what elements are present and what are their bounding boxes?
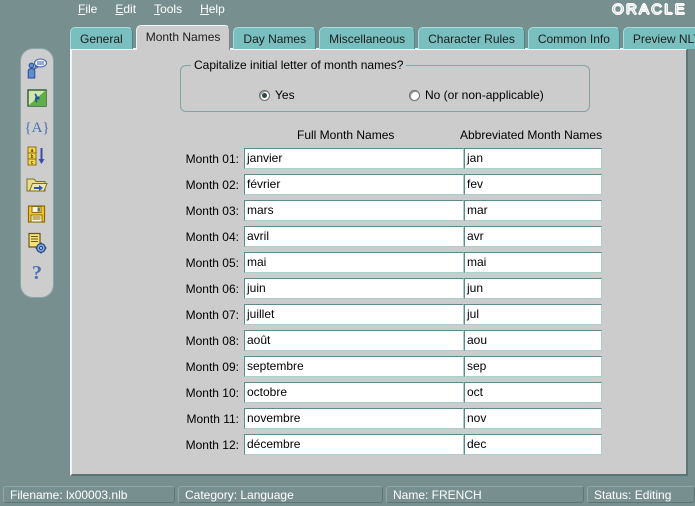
month-row: Month 08: aoûtaou — [72, 330, 686, 356]
month-names-panel: Capitalize initial letter of month names… — [70, 48, 688, 476]
help-button[interactable]: ? — [24, 259, 50, 285]
linguistic-sort-button[interactable]: abc — [24, 143, 50, 169]
abbreviated-month-name-input[interactable]: fev — [464, 174, 602, 195]
abbreviated-month-name-input[interactable]: sep — [464, 356, 602, 377]
side-toolbar: {A} abc? — [20, 48, 54, 298]
tab-strip: GeneralMonth NamesDay NamesMiscellaneous… — [70, 25, 695, 49]
full-month-name-input[interactable]: septembre — [244, 356, 464, 377]
month-label: Month 12: — [171, 438, 239, 452]
capitalize-legend: Capitalize initial letter of month names… — [191, 58, 406, 72]
save-floppy-icon — [26, 203, 48, 225]
open-button[interactable] — [24, 172, 50, 198]
full-month-name-input[interactable]: octobre — [244, 382, 464, 403]
month-row: Month 05: maimai — [72, 252, 686, 278]
month-row: Month 10: octobreoct — [72, 382, 686, 408]
capitalize-group-box: Capitalize initial letter of month names… — [180, 65, 590, 112]
full-month-name-input[interactable]: mars — [244, 200, 464, 221]
abbreviated-month-name-input[interactable]: aou — [464, 330, 602, 351]
abbreviated-month-name-input[interactable]: nov — [464, 408, 602, 429]
month-label: Month 10: — [171, 386, 239, 400]
month-label: Month 04: — [171, 230, 239, 244]
menu-help[interactable]: Help — [200, 0, 225, 19]
radio-yes[interactable]: Yes — [259, 88, 295, 102]
abbreviated-month-name-input[interactable]: oct — [464, 382, 602, 403]
open-folder-icon — [26, 174, 48, 196]
menu-file[interactable]: File — [78, 0, 97, 19]
abbreviated-month-name-input[interactable]: jun — [464, 278, 602, 299]
svg-text:{A}: {A} — [26, 120, 48, 136]
column-headers: Full Month Names Abbreviated Month Names — [72, 128, 686, 144]
month-label: Month 05: — [171, 256, 239, 270]
abbreviated-month-name-input[interactable]: avr — [464, 226, 602, 247]
full-month-name-input[interactable]: novembre — [244, 408, 464, 429]
full-month-name-input[interactable]: juillet — [244, 304, 464, 325]
month-label: Month 01: — [171, 152, 239, 166]
tab-month-names[interactable]: Month Names — [136, 25, 231, 50]
month-label: Month 02: — [171, 178, 239, 192]
month-label: Month 03: — [171, 204, 239, 218]
question-mark-icon: ? — [26, 261, 48, 283]
tab-general[interactable]: General — [70, 27, 133, 49]
month-label: Month 07: — [171, 308, 239, 322]
full-month-name-input[interactable]: juin — [244, 278, 464, 299]
menu-bar: File Edit Tools Help — [0, 0, 695, 19]
status-filename: Filename: lx00003.nlb — [3, 486, 175, 503]
month-row: Month 09: septembresep — [72, 356, 686, 382]
status-category: Category: Language — [178, 486, 383, 503]
radio-no[interactable]: No (or non-applicable) — [409, 88, 544, 102]
full-month-name-input[interactable]: janvier — [244, 148, 464, 169]
abbreviated-month-name-input[interactable]: jul — [464, 304, 602, 325]
abbreviated-month-name-input[interactable]: mai — [464, 252, 602, 273]
person-speech-bubble-icon — [26, 58, 48, 80]
month-row: Month 03: marsmar — [72, 200, 686, 226]
radio-no-label: No (or non-applicable) — [425, 88, 544, 102]
save-button[interactable] — [24, 201, 50, 227]
month-row: Month 01: janvierjan — [72, 148, 686, 174]
month-row: Month 11: novembrenov — [72, 408, 686, 434]
abbreviated-month-name-input[interactable]: dec — [464, 434, 602, 455]
linguistic-sort-icon: abc — [26, 145, 48, 167]
radio-yes-label: Yes — [275, 88, 295, 102]
territory-map-icon — [26, 87, 48, 109]
menu-edit[interactable]: Edit — [115, 0, 136, 19]
abbreviated-month-name-input[interactable]: mar — [464, 200, 602, 221]
month-rows: Month 01:janvierjanMonth 02:févrierfevMo… — [72, 148, 686, 460]
full-month-name-input[interactable]: août — [244, 330, 464, 351]
month-label: Month 11: — [171, 412, 239, 426]
tab-character-rules[interactable]: Character Rules — [418, 27, 525, 49]
radio-no-indicator[interactable] — [409, 90, 420, 101]
abbreviated-month-name-input[interactable]: jan — [464, 148, 602, 169]
full-month-name-input[interactable]: février — [244, 174, 464, 195]
menu-tools[interactable]: Tools — [154, 0, 182, 19]
territory-button[interactable] — [24, 85, 50, 111]
radio-yes-indicator[interactable] — [259, 90, 270, 101]
tab-preview-nlt[interactable]: Preview NLT — [623, 27, 695, 49]
full-month-name-input[interactable]: décembre — [244, 434, 464, 455]
character-set-icon: {A} — [26, 116, 48, 138]
tab-miscellaneous[interactable]: Miscellaneous — [319, 27, 415, 49]
character-set-button[interactable]: {A} — [24, 114, 50, 140]
status-status: Status: Editing — [587, 486, 695, 503]
language-button[interactable] — [24, 56, 50, 82]
month-label: Month 09: — [171, 360, 239, 374]
svg-text:?: ? — [32, 262, 42, 283]
column-header-abbreviated: Abbreviated Month Names — [460, 128, 602, 142]
status-name: Name: FRENCH — [386, 486, 584, 503]
full-month-name-input[interactable]: avril — [244, 226, 464, 247]
generate-button[interactable] — [24, 230, 50, 256]
month-row: Month 04: avrilavr — [72, 226, 686, 252]
tab-day-names[interactable]: Day Names — [233, 27, 316, 49]
month-row: Month 12: décembredec — [72, 434, 686, 460]
month-row: Month 06: juinjun — [72, 278, 686, 304]
document-gear-icon — [26, 232, 48, 254]
month-label: Month 06: — [171, 282, 239, 296]
month-label: Month 08: — [171, 334, 239, 348]
oracle-logo: ORACLE — [612, 1, 687, 18]
full-month-name-input[interactable]: mai — [244, 252, 464, 273]
month-row: Month 02: févrierfev — [72, 174, 686, 200]
column-header-full: Full Month Names — [297, 128, 394, 142]
tab-common-info[interactable]: Common Info — [528, 27, 620, 49]
month-row: Month 07: juilletjul — [72, 304, 686, 330]
status-bar: Filename: lx00003.nlb Category: Language… — [0, 483, 695, 506]
